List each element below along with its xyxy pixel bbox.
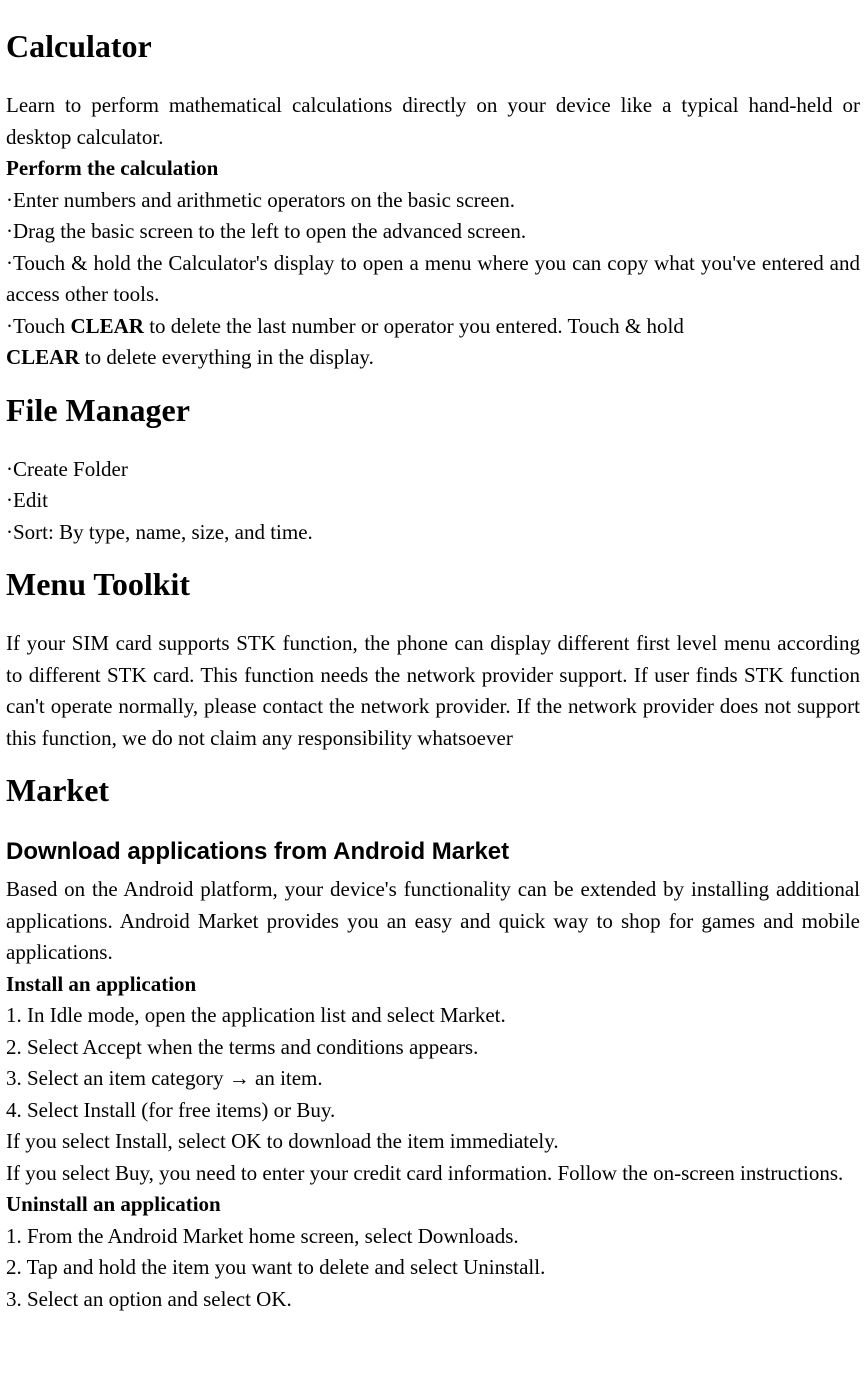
clear-label-2: CLEAR [6,345,80,369]
calc-bullet-4: ·Touch CLEAR to delete the last number o… [6,311,860,343]
calculator-heading: Calculator [6,22,860,70]
market-heading: Market [6,766,860,814]
install-note-2: If you select Buy, you need to enter you… [6,1158,860,1190]
menutoolkit-text: If your SIM card supports STK function, … [6,628,860,754]
fm-bullet-3: ·Sort: By type, name, size, and time. [6,517,860,549]
uninstall-heading: Uninstall an application [6,1189,860,1221]
calc-bullet-1: ·Enter numbers and arithmetic operators … [6,185,860,217]
menutoolkit-heading: Menu Toolkit [6,560,860,608]
install-step-2: 2. Select Accept when the terms and cond… [6,1032,860,1064]
install-note-1: If you select Install, select OK to down… [6,1126,860,1158]
uninstall-step-3: 3. Select an option and select OK. [6,1284,860,1316]
fm-bullet-1: ·Create Folder [6,454,860,486]
market-subheading: Download applications from Android Marke… [6,834,860,870]
calculator-intro: Learn to perform mathematical calculatio… [6,90,860,153]
market-intro: Based on the Android platform, your devi… [6,874,860,969]
uninstall-step-2: 2. Tap and hold the item you want to del… [6,1252,860,1284]
perform-calculation-heading: Perform the calculation [6,153,860,185]
filemanager-heading: File Manager [6,386,860,434]
clear-label-1: CLEAR [70,314,144,338]
calc-bullet-3: ·Touch & hold the Calculator's display t… [6,248,860,311]
install-step-3: 3. Select an item category → an item. [6,1063,860,1095]
uninstall-step-1: 1. From the Android Market home screen, … [6,1221,860,1253]
calc-bullet-5: CLEAR to delete everything in the displa… [6,342,860,374]
install-step-4: 4. Select Install (for free items) or Bu… [6,1095,860,1127]
calc-bullet-2: ·Drag the basic screen to the left to op… [6,216,860,248]
install-step-1: 1. In Idle mode, open the application li… [6,1000,860,1032]
fm-bullet-2: ·Edit [6,485,860,517]
install-heading: Install an application [6,969,860,1001]
